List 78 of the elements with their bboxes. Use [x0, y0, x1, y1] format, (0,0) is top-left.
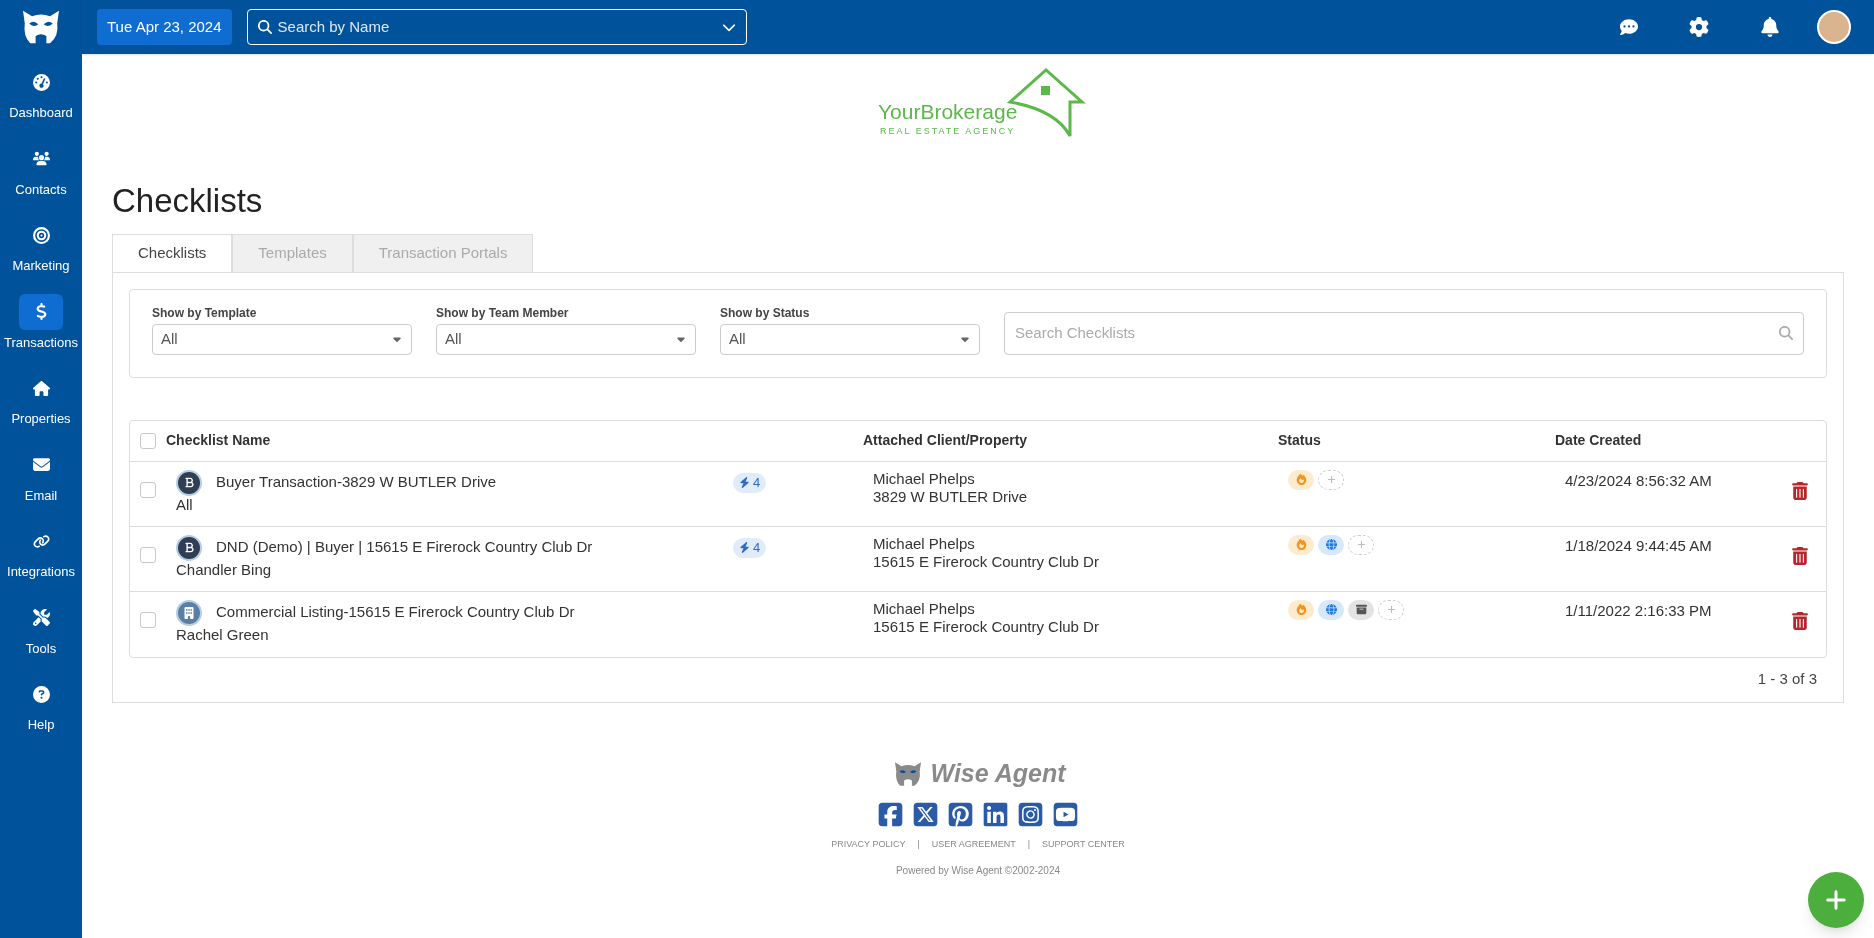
- pagination-text: 1 - 3 of 3: [1757, 668, 1817, 689]
- x-icon[interactable]: [912, 800, 939, 828]
- avatar[interactable]: [1817, 10, 1851, 44]
- property-address: 3829 W BUTLER Drive: [873, 487, 1029, 506]
- pinterest-icon[interactable]: [947, 800, 974, 828]
- team-member: Chandler Bing: [176, 560, 273, 579]
- archive-icon[interactable]: [1348, 599, 1374, 620]
- date-button[interactable]: Tue Apr 23, 2024: [97, 9, 232, 45]
- client-name[interactable]: Michael Phelps: [873, 599, 1288, 618]
- filter-select[interactable]: All: [720, 323, 980, 355]
- filter-label: Show by Status: [720, 304, 811, 322]
- dollar-icon[interactable]: [19, 293, 63, 330]
- search-icon: [257, 20, 272, 34]
- sidebar-item[interactable]: Tools: [25, 638, 57, 658]
- sidebar-item[interactable]: Help: [27, 715, 55, 735]
- building-icon: [176, 599, 202, 626]
- checkbox[interactable]: [140, 481, 156, 498]
- footer-link[interactable]: SUPPORT CENTER: [1042, 837, 1125, 851]
- sidebar-item[interactable]: Marketing: [12, 256, 70, 276]
- date-created: 1/18/2024 9:44:45 AM: [1565, 535, 1713, 556]
- globe-icon[interactable]: [1318, 599, 1344, 620]
- instagram-icon[interactable]: [1017, 800, 1044, 828]
- team-member: All: [176, 495, 194, 514]
- tab[interactable]: Checklists: [112, 233, 233, 273]
- bell-icon[interactable]: [1760, 17, 1780, 37]
- facebook-icon[interactable]: [877, 800, 904, 828]
- sidebar-item[interactable]: Transactions: [4, 332, 78, 352]
- sidebar-item[interactable]: Contacts: [15, 179, 67, 199]
- sidebar-item[interactable]: Properties: [11, 409, 71, 429]
- checklist-name[interactable]: Buyer Transaction-3829 W BUTLER Drive: [216, 471, 497, 494]
- property-address: 15615 E Firerock Country Club Dr: [873, 617, 1100, 636]
- page-title: Checklists: [112, 181, 264, 221]
- footer-link[interactable]: USER AGREEMENT: [931, 837, 1016, 851]
- checkbox[interactable]: [140, 546, 156, 563]
- checkbox[interactable]: [140, 432, 156, 449]
- filter-label: Show by Template: [152, 304, 258, 322]
- filter-select[interactable]: All: [436, 323, 696, 355]
- column-header: Checklist Name: [166, 431, 271, 450]
- date-created: 4/23/2024 8:56:32 AM: [1565, 470, 1713, 491]
- add-button[interactable]: [1808, 872, 1864, 928]
- property-address: 15615 E Firerock Country Club Dr: [873, 552, 1100, 571]
- footer-logo-text: Wise Agent: [930, 758, 1066, 789]
- column-header: Status: [1278, 431, 1322, 450]
- delete-icon[interactable]: [1792, 481, 1808, 500]
- delete-icon[interactable]: [1792, 611, 1808, 630]
- globe-icon[interactable]: [1318, 534, 1344, 555]
- linkedin-icon[interactable]: [982, 800, 1009, 828]
- sidebar-item[interactable]: Email: [24, 485, 58, 505]
- filter-label: Show by Team Member: [436, 304, 570, 322]
- separator: |: [917, 837, 920, 851]
- brand-tagline: REAL ESTATE AGENCY: [879, 124, 1016, 138]
- checklist-name[interactable]: Commercial Listing-15615 E Firerock Country Club Dr: [216, 601, 575, 624]
- settings-icon[interactable]: [1689, 17, 1709, 37]
- checkbox[interactable]: [140, 611, 156, 628]
- delete-icon[interactable]: [1792, 546, 1808, 565]
- footer-link[interactable]: PRIVACY POLICY: [831, 837, 906, 851]
- youtube-icon[interactable]: [1052, 800, 1079, 828]
- sidebar-item[interactable]: Dashboard: [9, 103, 73, 123]
- column-header: Attached Client/Property: [863, 431, 1029, 450]
- house-b-icon: [176, 534, 202, 561]
- search-field[interactable]: Search by Name: [246, 9, 747, 45]
- client-name[interactable]: Michael Phelps: [873, 469, 1288, 488]
- chat-icon[interactable]: [1620, 18, 1638, 36]
- date-created: 1/11/2022 2:16:33 PM: [1565, 600, 1713, 621]
- plus-icon: [1824, 888, 1848, 912]
- separator: |: [1027, 837, 1031, 851]
- sidebar-item[interactable]: Integrations: [7, 562, 75, 582]
- team-member: Rachel Green: [176, 625, 270, 644]
- client-name[interactable]: Michael Phelps: [873, 534, 1288, 553]
- filter-select[interactable]: All: [152, 323, 412, 355]
- house-b-icon: [176, 469, 202, 496]
- powered-by-text: Powered by Wise Agent ©2002-2024: [895, 864, 1061, 878]
- search-icon: [1779, 326, 1793, 340]
- checklist-name[interactable]: DND (Demo) | Buyer | 15615 E Firerock Country Club Dr: [216, 536, 593, 559]
- column-header: Date Created: [1555, 431, 1642, 450]
- brand-name: YourBrokerage: [878, 100, 1018, 122]
- task-count-badge[interactable]: 4: [733, 537, 767, 558]
- task-count-badge[interactable]: 4: [733, 472, 767, 493]
